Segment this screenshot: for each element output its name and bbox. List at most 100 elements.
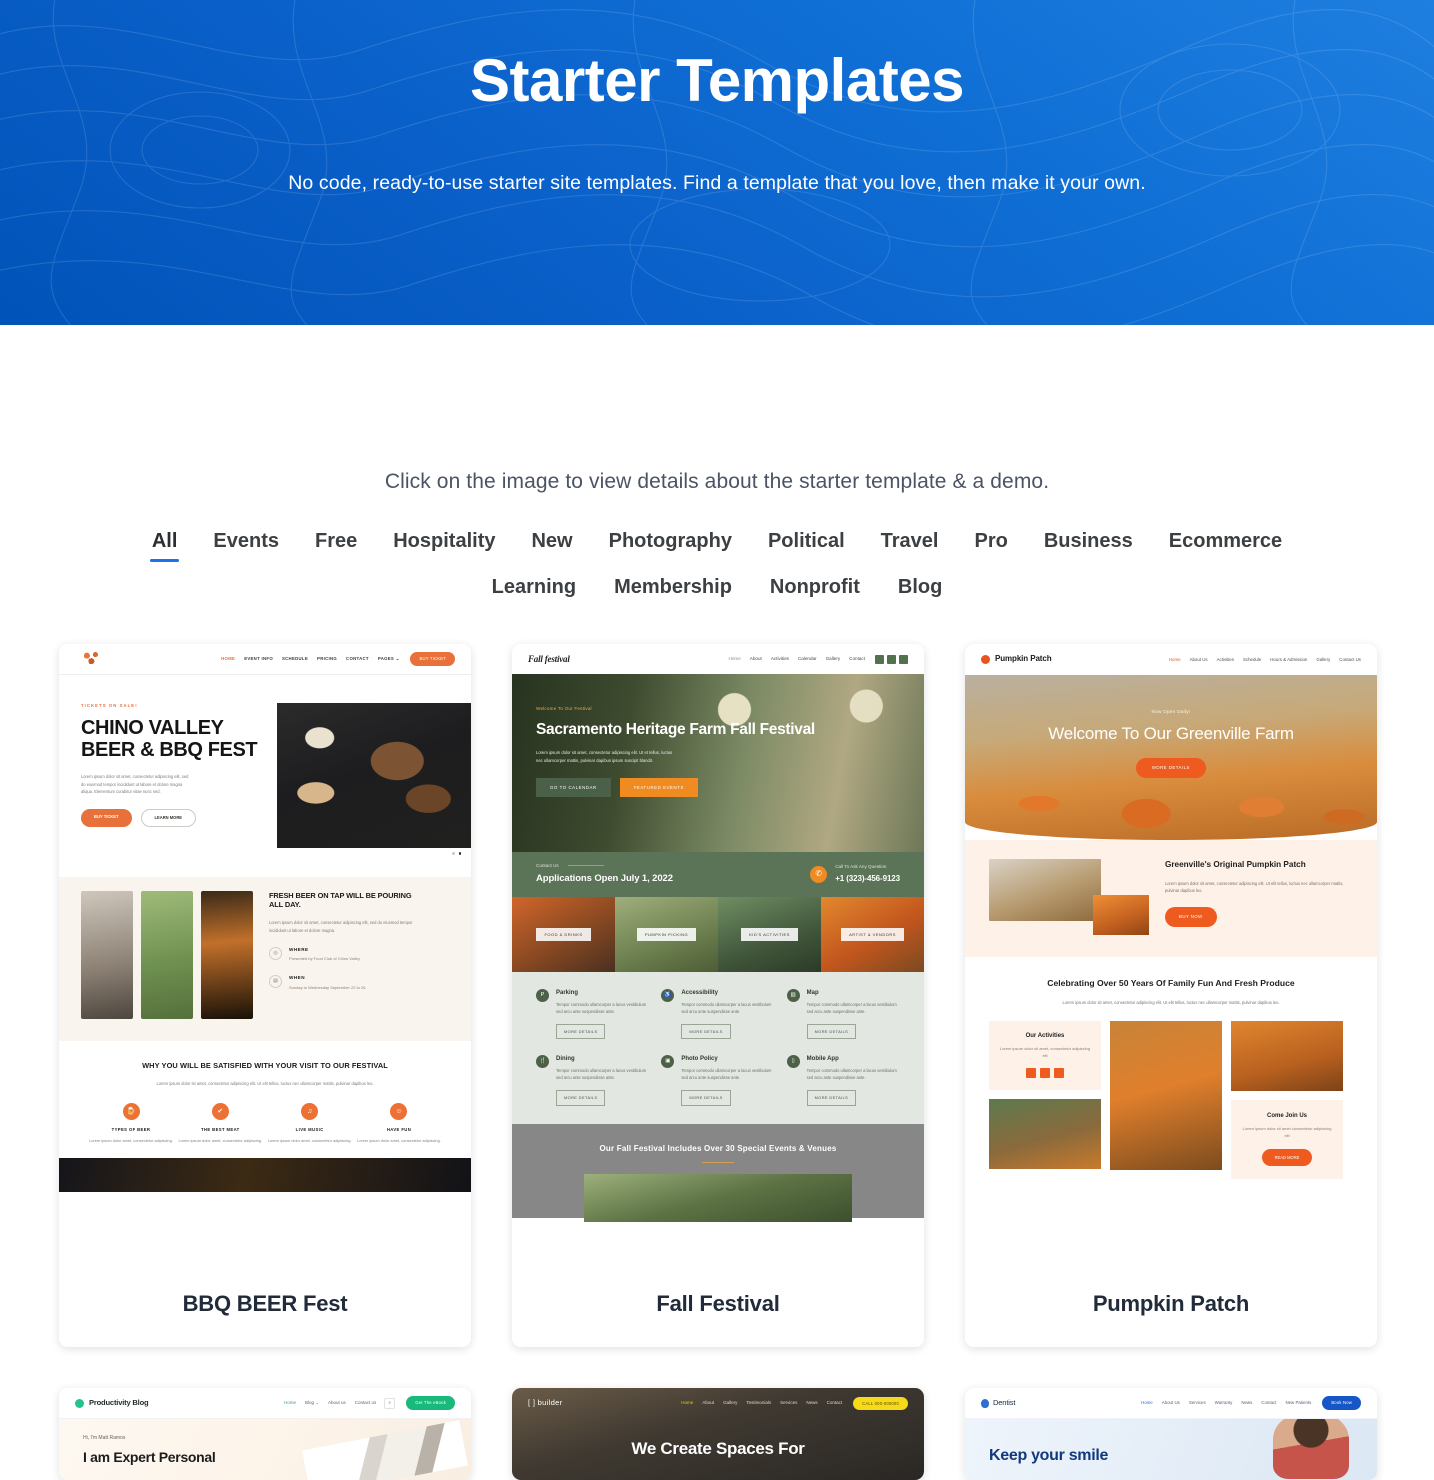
preview-info-item: ▯ Mobile App Tempor commodo ullamcorper a… — [786, 1055, 900, 1106]
template-preview-image[interactable]: Dentist Home About Us Services Warranty … — [965, 1388, 1377, 1480]
twitter-icon — [887, 654, 896, 664]
preview-secondary-button: LEARN MORE — [140, 808, 197, 828]
preview-section-heading: Celebrating Over 50 Years Of Family Fun … — [1047, 978, 1295, 988]
preview-photo — [989, 1098, 1101, 1169]
page-title: Starter Templates — [470, 47, 964, 114]
preview-info-item: 🍴 Dining Tempor commodo ullamcorper a lac… — [536, 1055, 649, 1106]
preview-body: Lorem ipsum dolor sit amet, consectetur … — [81, 774, 189, 794]
template-card-footer: Fall Festival — [512, 1261, 924, 1347]
template-card-builder[interactable]: [ ] builder Home About Gallery Testimoni… — [512, 1388, 924, 1480]
filter-tab-ecommerce[interactable]: Ecommerce — [1165, 522, 1286, 564]
filter-tab-nonprofit[interactable]: Nonprofit — [766, 568, 864, 610]
fall-festival-logo: Fall festival — [528, 653, 570, 664]
beer-icon: 🍺 — [122, 1103, 140, 1121]
preview-nav-item: Home — [681, 1400, 694, 1406]
preview-photo — [584, 1174, 852, 1223]
template-card-title: Pumpkin Patch — [1092, 1291, 1250, 1316]
preview-nav-item: Contact — [1261, 1400, 1277, 1406]
preview-nav-item: Contact Us — [1339, 656, 1361, 662]
tooth-icon — [981, 1398, 989, 1408]
preview-nav-item: Services — [780, 1400, 798, 1406]
filter-tabs-row-1[interactable]: All Events Free Hospitality New Photogra… — [62, 522, 1372, 564]
template-card-fall-festival[interactable]: Fall festival Home About Activities Cale… — [512, 644, 924, 1347]
preview-section-body: Lorem ipsum dolor sit amet, consectetur … — [1062, 999, 1280, 1005]
filter-tab-photography[interactable]: Photography — [605, 522, 736, 564]
page-hero: Starter Templates No code, ready-to-use … — [0, 0, 1434, 325]
template-card-footer: Pumpkin Patch — [965, 1261, 1377, 1347]
filter-tab-membership[interactable]: Membership — [610, 568, 736, 610]
map-icon: ▥ — [786, 989, 800, 1002]
filter-tab-pro[interactable]: Pro — [970, 522, 1011, 564]
preview-nav-item: News — [806, 1400, 818, 1406]
template-card-productivity-blog[interactable]: Productivity Blog Home Blog ⌄ About us C… — [59, 1388, 471, 1480]
youtube-icon — [1054, 1067, 1064, 1078]
filter-tabs-row-2[interactable]: Learning Membership Nonprofit Blog — [62, 568, 1372, 610]
template-preview-image[interactable]: [ ] builder Home About Gallery Testimoni… — [512, 1388, 924, 1480]
filter-tab-all[interactable]: All — [148, 522, 182, 564]
filter-tab-travel[interactable]: Travel — [877, 522, 943, 564]
filter-tab-learning[interactable]: Learning — [488, 568, 580, 610]
preview-photo — [302, 1420, 468, 1480]
preview-nav-item: Activities — [1216, 656, 1234, 662]
preview-section-heading: Greenville's Original Pumpkin Patch — [1165, 860, 1306, 869]
filter-tab-free[interactable]: Free — [311, 522, 361, 564]
template-preview-image[interactable]: Fall festival Home About Activities Cale… — [512, 644, 924, 1261]
preview-nav-item: PAGES ⌄ — [377, 656, 400, 662]
twitter-icon — [1040, 1067, 1050, 1078]
preview-nav-item: About Us — [1161, 1400, 1180, 1406]
preview-photo — [989, 859, 1101, 921]
preview-navbar: [ ] builder Home About Gallery Testimoni… — [512, 1388, 924, 1419]
template-card-dentist[interactable]: Dentist Home About Us Services Warranty … — [965, 1388, 1377, 1480]
template-card-title: Fall Festival — [656, 1291, 780, 1316]
filter-tab-hospitality[interactable]: Hospitality — [389, 522, 499, 564]
filter-tab-events[interactable]: Events — [209, 522, 283, 564]
parking-icon: P — [536, 989, 549, 1002]
preview-nav-item: About us — [328, 1399, 346, 1405]
preview-info-item: ▥ Map Tempor commodo ullamcorper a lacus … — [786, 989, 900, 1040]
preview-phone-number: +1 (323)-456-9123 — [835, 874, 900, 884]
preview-nav-item: Services — [1188, 1400, 1206, 1406]
preview-nav-item: CONTACT — [346, 656, 369, 662]
filter-tab-new[interactable]: New — [527, 522, 576, 564]
template-preview-image[interactable]: Productivity Blog Home Blog ⌄ About us C… — [59, 1388, 471, 1480]
preview-contact-headline: Applications Open July 1, 2022 — [536, 873, 673, 885]
template-grid-row-1: HOME EVENT INFO SCHEDULE PRICING CONTACT… — [59, 644, 1377, 1347]
preview-meta-label: WHERE — [289, 946, 309, 952]
preview-nav-cta: Book Now — [1322, 1396, 1361, 1410]
template-preview-image[interactable]: Pumpkin Patch Home About Us Activities S… — [965, 644, 1377, 1261]
leaf-icon — [75, 1398, 84, 1408]
preview-nav-item: Contact us — [354, 1399, 377, 1405]
preview-hero-photo — [277, 703, 471, 848]
preview-nav-item: SCHEDULE — [281, 656, 309, 662]
preview-meta-value: Sunday to Wednesday September 22 to 26 — [289, 984, 366, 990]
preview-heading: Sacramento Heritage Farm Fall Festival — [536, 721, 815, 739]
preview-eyebrow: TICKETS ON SALE! — [81, 703, 138, 708]
preview-feature: ☺ HAVE FUN Lorem ipsum dolor amet, conse… — [357, 1103, 441, 1144]
intro-text: Click on the image to view details about… — [384, 470, 1050, 493]
location-icon: ◎ — [269, 946, 282, 960]
preview-activities-box: Our Activities Lorem ipsum dolor sit ame… — [989, 1021, 1101, 1090]
page-subtitle: No code, ready-to-use starter site templ… — [288, 172, 1146, 194]
preview-navbar: HOME EVENT INFO SCHEDULE PRICING CONTACT… — [59, 644, 471, 675]
check-icon: ✔ — [211, 1103, 229, 1121]
preview-section-body: Lorem ipsum dolor sit amet, consectetur … — [156, 1081, 374, 1087]
divider — [702, 1162, 734, 1164]
instagram-icon — [899, 654, 908, 664]
preview-heading: We Create Spaces For — [631, 1439, 805, 1458]
search-icon: ⌕ — [384, 1397, 396, 1409]
preview-meta-label: WHEN — [289, 975, 306, 981]
preview-social-icons — [875, 654, 908, 664]
filter-tab-blog[interactable]: Blog — [894, 568, 946, 610]
template-preview-image[interactable]: HOME EVENT INFO SCHEDULE PRICING CONTACT… — [59, 644, 471, 1261]
preview-info-item: ▣ Photo Policy Tempor commodo ullamcorper… — [661, 1055, 774, 1106]
preview-nav-item: Contact — [849, 655, 865, 661]
template-card-bbq-beer-fest[interactable]: HOME EVENT INFO SCHEDULE PRICING CONTACT… — [59, 644, 471, 1347]
template-card-pumpkin-patch[interactable]: Pumpkin Patch Home About Us Activities S… — [965, 644, 1377, 1347]
preview-nav-item: PRICING — [317, 656, 338, 662]
filter-tab-business[interactable]: Business — [1040, 522, 1137, 564]
preview-nav-item: Warranty — [1214, 1400, 1233, 1406]
preview-carousel-dots — [277, 848, 471, 855]
filter-tab-political[interactable]: Political — [764, 522, 849, 564]
facebook-icon — [1026, 1067, 1036, 1078]
preview-section-heading: FRESH BEER ON TAP WILL BE POURING ALL DA… — [269, 890, 412, 910]
